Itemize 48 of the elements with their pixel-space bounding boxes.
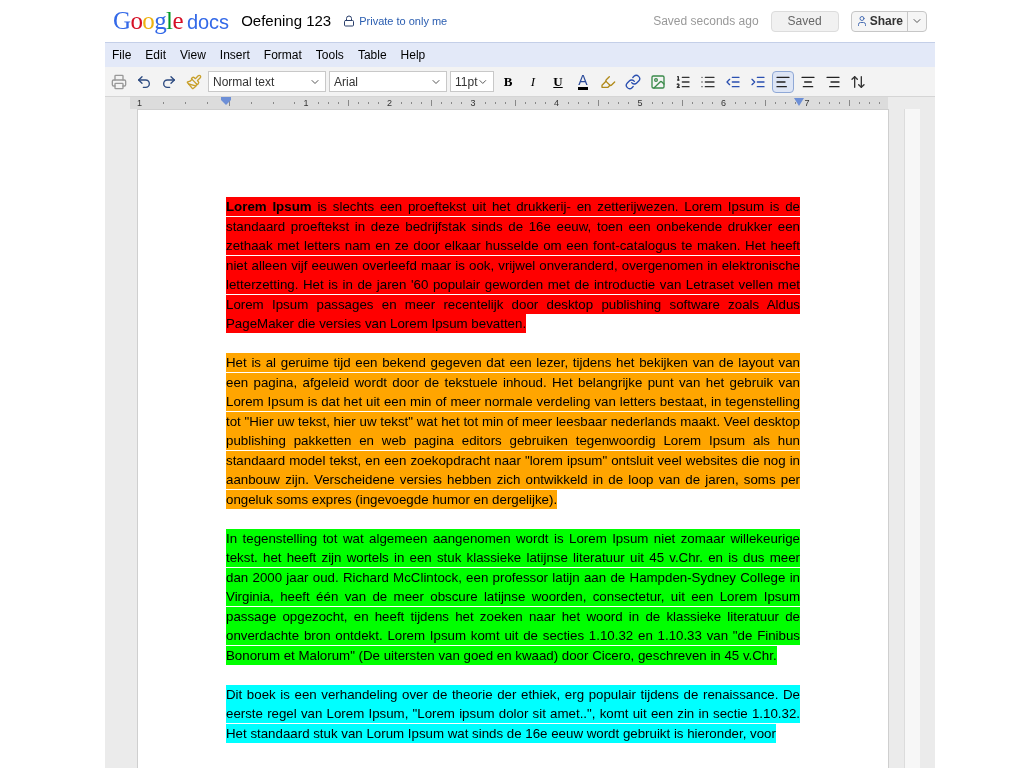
ruler-label: 6 — [721, 98, 727, 108]
logo-wordmark: Google — [113, 6, 183, 37]
document-title[interactable]: Oefening 123 — [241, 9, 332, 33]
save-status: Saved seconds ago — [653, 13, 759, 30]
ruler-label: 1 — [303, 98, 309, 108]
align-button[interactable] — [772, 70, 794, 93]
menu-item[interactable]: Insert — [219, 46, 250, 64]
underline-button[interactable]: U — [547, 70, 569, 93]
menu-item[interactable]: Edit — [145, 46, 167, 64]
ruler-label: 2 — [387, 98, 393, 108]
line-spacing-icon — [850, 73, 866, 90]
logo-product: docs — [186, 10, 230, 36]
paintbrush-icon — [186, 73, 202, 90]
menu-item[interactable]: Table — [357, 46, 387, 64]
italic-button[interactable]: I — [522, 70, 544, 93]
paragraph: In tegenstelling tot wat algemeen aangenomen wordt is Lorem Ipsum niet zomaar willekeurige tekst. het heeft zijn wortels in een stuk klassieke latijnse literatuur uit 45 v.Chr. en is dus meer dan 2000 jaar oud. Richard McClintock, een professor latijn aan de Hampden-Sydney College in Virginia, heeft één van de meer obscure latijnse woorden, consectetur, uit een Lorem Ipsum passage opgezocht, en heeft tijdens het zoeken naar het woord in de klassieke literatuur de onverdachte bron ontdekt. Lorem Ipsum komt uit de secties 1.10.32 en 1.10.33 van "de Finibus Bonorum et Malorum" (De uitersten van goed en kwaad) door Cicero, geschreven in 45 v.Chr. — [226, 528, 800, 665]
paragraph: Dit boek is een verhandeling over de theorie der ethiek, erg populair tijdens de renaissance. De eerste regel van Lorem Ipsum, "Lorem ipsum dolor sit amet..", komt uit een zin in sectie 1.10.32. Het standaard stuk van Lorum Ipsum wat sinds de 16e eeuw wordt gebruikt is hieronder, voor — [226, 684, 800, 743]
saved-button[interactable]: Saved — [770, 10, 839, 32]
menu-item[interactable]: File — [112, 46, 132, 64]
menu-item[interactable]: Help — [400, 46, 426, 64]
link-icon — [625, 73, 641, 90]
lock-icon — [343, 15, 356, 27]
printer-icon — [111, 73, 127, 90]
font-dropdown[interactable]: Arial — [329, 71, 447, 92]
highlighter-icon — [600, 73, 616, 90]
share-label: Share — [869, 13, 903, 30]
ruler-label: 1 — [137, 98, 142, 108]
text-color-button[interactable]: A — [572, 70, 594, 93]
undo-icon — [136, 73, 152, 90]
person-icon — [855, 15, 868, 27]
numbered-list-icon — [675, 73, 691, 90]
ruler-label: 3 — [470, 98, 476, 108]
menu-item[interactable]: Format — [263, 46, 302, 64]
sharing-status[interactable]: Private to only me — [359, 12, 448, 30]
paragraph: Lorem Ipsum is slechts een proeftekst uit het drukkerij- en zetterijwezen. Lorem Ipsum is de standaard proeftekst in deze bedrijfstak sinds de 16e eeuw, toen een onbekende drukker een zethaak met letters nam en ze door elkaar husselde om een font-catalogus te maken. Het heeft niet alleen vijf eeuwen overleefd maar is ook, vrijwel onveranderd, overgenomen in elektronische letterzetting. Het is in de jaren '60 populair geworden met de introductie van Letraset vellen met Lorem Ipsum passages en meer recentelijk door desktop publishing software zoals Aldus PageMaker die versies van Lorem Ipsum bevatten. — [226, 197, 800, 334]
menu-item[interactable]: View — [180, 46, 206, 64]
paragraph: Het is al geruime tijd een bekend gegeven dat een lezer, tijdens het bekijken van de layout van een pagina, afgeleid wordt door de tekstuele inhoud. Het belangrijke punt van het gebruik van Lorem Ipsum is dat het uit een min of meer normale verdeling van letters bestaat, in tegenstelling tot "Hier uw tekst, hier uw tekst" wat het tot min of meer leesbaar nederlands maakt. Veel desktop publishing pakketten en web pagina editors gebruiken tegenwoordig Lorem Ipsum als hun standaard model tekst, en een zoekopdracht naar "lorem ipsum" ontsluit veel websites die nog in aanbouw zijn. Verscheidene versies hebben zich ontwikkeld in de loop van de jaren, soms per ongeluk soms expres (ingevoegde humor en dergelijke). — [226, 353, 800, 509]
share-button[interactable]: Share — [850, 10, 927, 32]
ruler-label: 7 — [804, 98, 810, 108]
ruler-label: 5 — [637, 98, 643, 108]
font-size-dropdown[interactable]: 11pt — [450, 71, 494, 92]
bold-button[interactable]: B — [497, 70, 519, 93]
scrollbar-track[interactable] — [904, 109, 920, 768]
ruler-label: 4 — [554, 98, 560, 108]
menu-item[interactable]: Tools — [315, 46, 344, 64]
style-dropdown[interactable]: Normal text — [208, 71, 326, 92]
redo-icon — [161, 73, 177, 90]
image-icon — [650, 73, 666, 90]
